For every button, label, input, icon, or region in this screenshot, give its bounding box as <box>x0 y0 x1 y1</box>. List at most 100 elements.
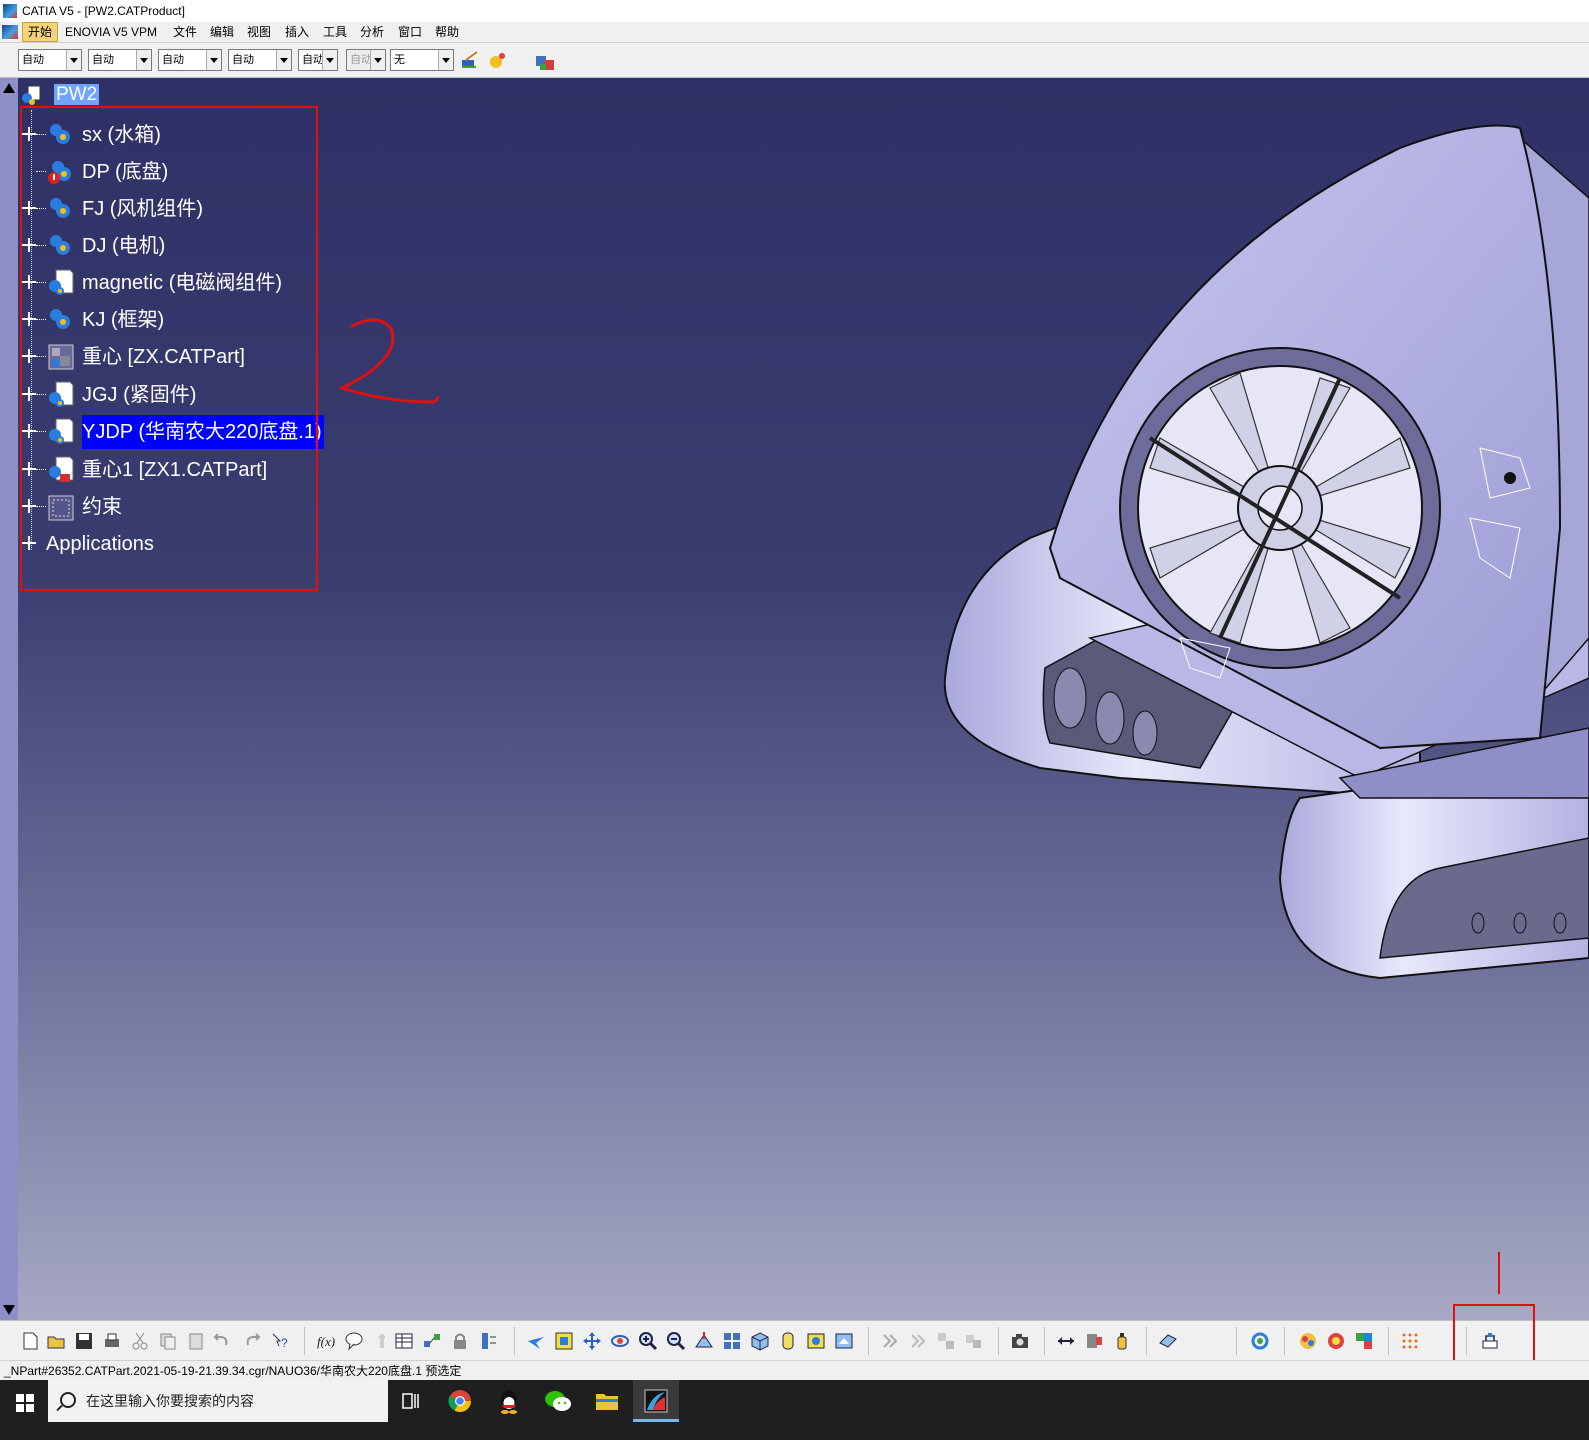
menu-view[interactable]: 视图 <box>242 22 276 42</box>
fit-all-in-icon[interactable] <box>554 1331 574 1351</box>
undo-icon[interactable] <box>212 1331 232 1351</box>
svg-text:?: ? <box>281 1336 288 1350</box>
task-view-button[interactable] <box>388 1380 434 1422</box>
lock-icon[interactable] <box>450 1331 470 1351</box>
save-icon[interactable] <box>74 1331 94 1351</box>
parameters-icon[interactable] <box>478 1331 498 1351</box>
hide-show-icon[interactable] <box>806 1331 826 1351</box>
fly-mode-icon[interactable] <box>526 1331 546 1351</box>
product-root-icon <box>22 85 41 105</box>
measure-item-icon[interactable] <box>1084 1331 1104 1351</box>
cut-icon[interactable] <box>130 1331 150 1351</box>
chevron-down-icon[interactable] <box>322 50 337 70</box>
rendering-style-combo[interactable]: 自动 <box>346 49 386 71</box>
shading-icon[interactable] <box>778 1331 798 1351</box>
chevron-down-icon[interactable] <box>438 50 453 70</box>
menu-start[interactable]: 开始 <box>22 22 59 42</box>
taskbar-search-box[interactable]: 在这里输入你要搜索的内容 <box>48 1380 388 1422</box>
copy-icon[interactable] <box>158 1331 178 1351</box>
windows-logo-icon <box>16 1394 34 1412</box>
menu-tools[interactable]: 工具 <box>318 22 352 42</box>
menu-insert[interactable]: 插入 <box>280 22 314 42</box>
properties-icon[interactable] <box>534 52 558 74</box>
chevron-down-icon[interactable] <box>370 50 385 70</box>
chevron-down-icon[interactable] <box>136 50 151 70</box>
annotation-box-tree <box>20 106 318 591</box>
measure-inertia-icon[interactable] <box>1112 1331 1132 1351</box>
taskbar-app-chrome[interactable] <box>437 1380 483 1422</box>
search-placeholder: 在这里输入你要搜索的内容 <box>86 1393 254 1409</box>
line-type-combo[interactable]: 自动 <box>228 49 292 71</box>
knowledge-icon[interactable] <box>372 1331 392 1351</box>
update-icon[interactable] <box>1250 1331 1270 1351</box>
assembly-icon[interactable] <box>422 1331 442 1351</box>
camera-icon[interactable] <box>1010 1331 1030 1351</box>
vertical-scrollbar[interactable] <box>0 78 18 1320</box>
redo-icon[interactable] <box>242 1331 262 1351</box>
catia-logo-icon[interactable] <box>2 25 18 39</box>
line-weight-combo[interactable]: 自动 <box>158 49 222 71</box>
catia-app-icon <box>3 4 17 18</box>
new-file-icon[interactable] <box>20 1331 40 1351</box>
transparency-combo[interactable]: 自动 <box>88 49 152 71</box>
qq-penguin-icon <box>501 1390 517 1414</box>
snap-grid-icon[interactable] <box>1400 1331 1420 1351</box>
chevron-down-icon[interactable] <box>206 50 221 70</box>
measure-between-icon[interactable] <box>1056 1331 1076 1351</box>
swap-visible-space-icon[interactable] <box>834 1331 854 1351</box>
taskbar-app-catia[interactable] <box>633 1380 679 1422</box>
catia-taskbar-icon <box>644 1389 668 1413</box>
multi-view-icon[interactable] <box>722 1331 742 1351</box>
apply-material-icon[interactable] <box>1298 1331 1318 1351</box>
chevron-down-icon[interactable] <box>66 50 81 70</box>
color-combo[interactable]: 自动 <box>18 49 82 71</box>
chrome-icon <box>448 1390 471 1412</box>
status-text: _NPart#26352.CATPart.2021-05-19-21.39.34… <box>4 1364 462 1378</box>
scenes-icon[interactable] <box>1354 1331 1374 1351</box>
scroll-up-arrow-icon[interactable] <box>3 83 15 93</box>
layer-combo[interactable]: 无 <box>390 49 454 71</box>
taskbar-app-explorer[interactable] <box>584 1380 630 1422</box>
paste-icon[interactable] <box>186 1331 206 1351</box>
render-icon[interactable] <box>1326 1331 1346 1351</box>
format-painter-icon[interactable] <box>460 50 480 70</box>
paint-icon[interactable] <box>488 50 508 70</box>
reorder-icon[interactable] <box>964 1331 984 1351</box>
menu-help[interactable]: 帮助 <box>430 22 464 42</box>
menu-enovia[interactable]: ENOVIA V5 VPM <box>60 22 162 42</box>
menu-analysis[interactable]: 分析 <box>355 22 389 42</box>
annotation-box-toolbar-icon <box>1453 1304 1535 1364</box>
isometric-view-icon[interactable] <box>750 1331 770 1351</box>
graphic-properties-toolbar: 自动 自动 自动 自动 自动 自动 无 <box>0 43 1589 78</box>
tree-root[interactable]: PW2 <box>22 84 100 106</box>
comment-icon[interactable] <box>344 1331 364 1351</box>
open-folder-icon[interactable] <box>46 1331 66 1351</box>
replace-component-icon[interactable] <box>936 1331 956 1351</box>
catalog-icon[interactable] <box>880 1331 900 1351</box>
next-icon[interactable] <box>908 1331 928 1351</box>
chevron-down-icon[interactable] <box>276 50 291 70</box>
taskbar-app-qq[interactable] <box>486 1380 532 1422</box>
start-button[interactable] <box>0 1380 48 1422</box>
whats-this-help-icon[interactable]: ? <box>270 1331 290 1351</box>
zoom-in-icon[interactable] <box>638 1331 658 1351</box>
rotate-icon[interactable] <box>610 1331 630 1351</box>
taskbar-app-wechat[interactable] <box>535 1380 581 1422</box>
normal-view-icon[interactable] <box>694 1331 714 1351</box>
point-type-combo[interactable]: 自动 <box>298 49 338 71</box>
scroll-down-arrow-icon[interactable] <box>3 1305 15 1315</box>
table-icon[interactable] <box>394 1331 414 1351</box>
formula-icon[interactable]: f(x) <box>316 1331 336 1351</box>
print-icon[interactable] <box>102 1331 122 1351</box>
menu-file[interactable]: 文件 <box>168 22 202 42</box>
file-explorer-icon <box>596 1394 618 1410</box>
status-bar: _NPart#26352.CATPart.2021-05-19-21.39.34… <box>0 1360 1589 1381</box>
window-title: CATIA V5 - [PW2.CATProduct] <box>22 4 185 18</box>
pattern-icon[interactable] <box>1158 1331 1178 1351</box>
menu-window[interactable]: 窗口 <box>393 22 427 42</box>
windows-taskbar: 在这里输入你要搜索的内容 <box>0 1380 1589 1440</box>
menu-edit[interactable]: 编辑 <box>205 22 239 42</box>
zoom-out-icon[interactable] <box>666 1331 686 1351</box>
pan-icon[interactable] <box>582 1331 602 1351</box>
svg-text:f(x): f(x) <box>317 1334 335 1349</box>
